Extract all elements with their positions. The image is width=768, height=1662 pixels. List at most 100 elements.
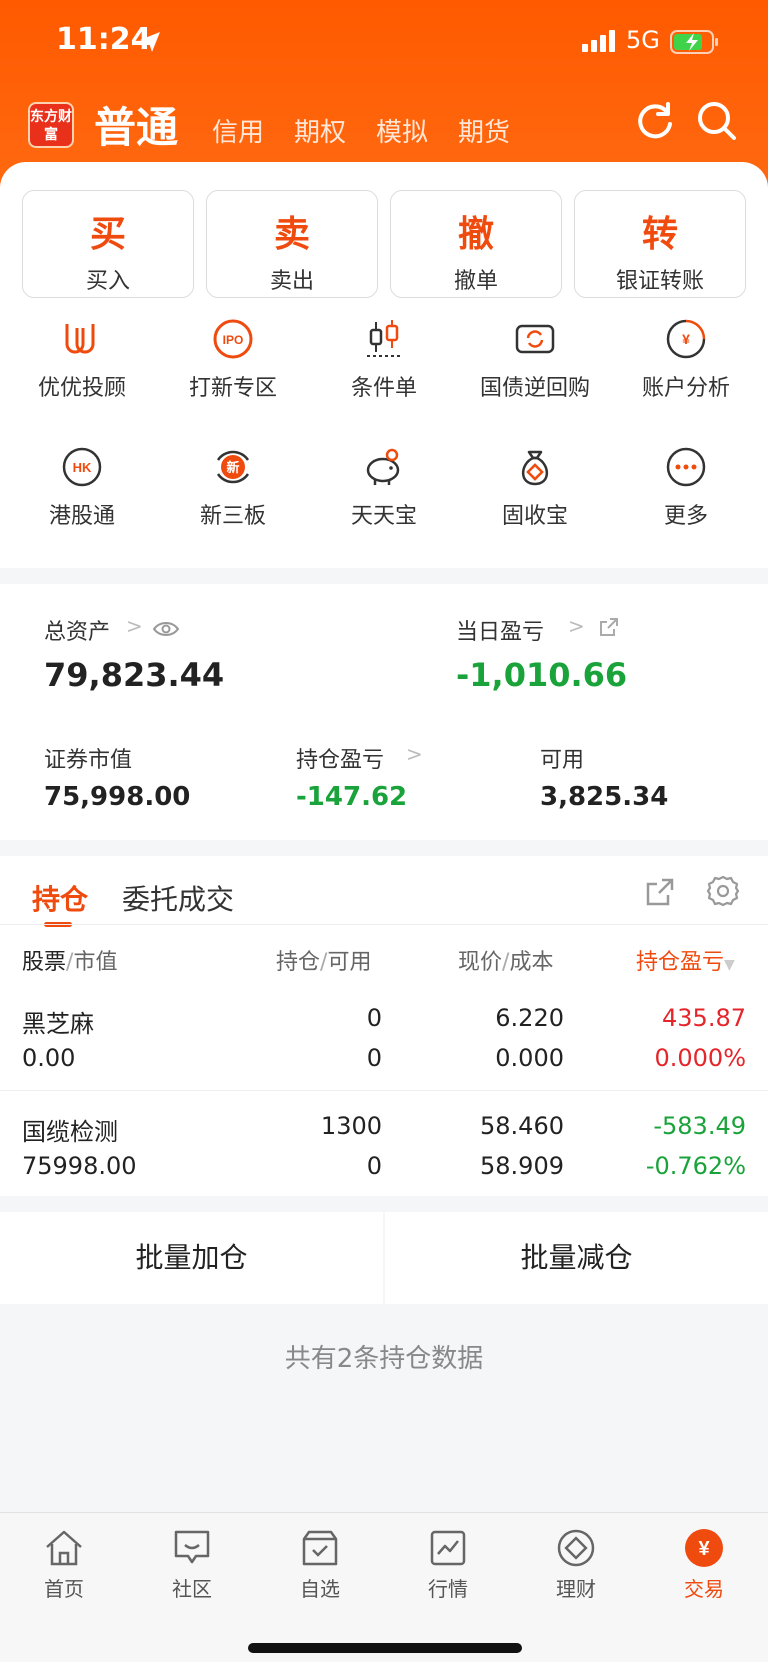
tabbar-label: 自选 — [300, 1577, 340, 1601]
refresh-icon[interactable] — [634, 100, 676, 146]
total-assets-value: 79,823.44 — [44, 656, 225, 694]
grid-item-conditional-order[interactable]: 条件单 — [308, 318, 460, 402]
tabbar-watchlist[interactable]: 自选 — [270, 1527, 370, 1602]
tab-options[interactable]: 期权 — [294, 112, 346, 149]
tabbar-home[interactable]: 首页 — [14, 1527, 114, 1602]
candlestick-icon — [367, 320, 401, 357]
position-pl-pct: -0.762% — [645, 1152, 746, 1180]
svg-text:¥: ¥ — [682, 331, 690, 347]
network-label: 5G — [626, 26, 660, 54]
share-icon[interactable] — [644, 876, 676, 912]
avail-qty: 0 — [366, 1044, 382, 1072]
batch-add-button[interactable]: 批量加仓 — [0, 1212, 383, 1304]
cancel-order-button[interactable]: 撤 撤单 — [390, 190, 562, 298]
search-icon[interactable] — [696, 100, 738, 146]
app-logo: 东方财富 — [28, 102, 74, 148]
grid-item-more[interactable]: 更多 — [610, 446, 762, 530]
account-type-nav: 东方财富 普通 信用 期权 模拟 期货 — [0, 90, 768, 160]
tab-orders-trades[interactable]: 委托成交 — [122, 878, 234, 918]
stock-market-value: 0.00 — [22, 1044, 76, 1072]
tabbar-market[interactable]: 行情 — [398, 1527, 498, 1602]
grid-label: 更多 — [663, 504, 708, 529]
svg-text:HK: HK — [73, 460, 92, 475]
tab-simulation[interactable]: 模拟 — [376, 112, 428, 149]
tabbar-community[interactable]: 社区 — [142, 1527, 242, 1602]
grid-label: 打新专区 — [188, 376, 277, 401]
current-price: 58.460 — [480, 1112, 564, 1140]
position-pl-pct: 0.000% — [654, 1044, 746, 1072]
hold-qty: 0 — [366, 1004, 382, 1032]
grid-item-bond-repo[interactable]: 国债逆回购 — [459, 318, 611, 402]
more-icon — [666, 447, 706, 487]
grid-item-tiantianbao[interactable]: 天天宝 — [308, 446, 460, 530]
wealth-icon — [557, 1529, 595, 1567]
grid-label: 港股通 — [48, 504, 115, 529]
position-pl-label[interactable]: 持仓盈亏 — [296, 742, 384, 774]
tabbar-label: 行情 — [428, 1577, 468, 1601]
batch-actions: 批量加仓 批量减仓 — [0, 1212, 768, 1304]
current-price: 6.220 — [495, 1004, 564, 1032]
divider — [0, 1090, 768, 1091]
grid-item-uu-advisor[interactable]: 优优投顾 — [6, 318, 158, 402]
daily-pl-label[interactable]: 当日盈亏 — [456, 614, 544, 646]
cost-price: 0.000 — [495, 1044, 564, 1072]
tab-credit[interactable]: 信用 — [212, 112, 264, 149]
tabbar-label: 理财 — [556, 1577, 596, 1601]
grid-item-fixed-income[interactable]: 固收宝 — [459, 446, 611, 530]
bank-transfer-button[interactable]: 转 银证转账 — [574, 190, 746, 298]
grid-item-hk-connect[interactable]: HK 港股通 — [6, 446, 158, 530]
money-bag-icon — [521, 450, 549, 486]
svg-text:¥: ¥ — [698, 1538, 710, 1560]
tab-normal[interactable]: 普通 — [94, 94, 178, 155]
location-arrow-icon — [138, 30, 162, 58]
grid-item-account-analysis[interactable]: ¥ 账户分析 — [610, 318, 762, 402]
market-value: 75,998.00 — [44, 782, 191, 812]
buy-char: 买 — [89, 214, 126, 255]
grid-label: 国债逆回购 — [479, 376, 590, 401]
sell-label: 卖出 — [269, 269, 314, 294]
hold-qty: 1300 — [320, 1112, 382, 1140]
tab-positions[interactable]: 持仓 — [32, 878, 88, 918]
grid-label: 账户分析 — [641, 376, 730, 401]
col-header-hold[interactable]: 持仓/可用 — [276, 944, 371, 976]
sell-char: 卖 — [273, 214, 310, 255]
signal-icon — [582, 30, 618, 56]
tabbar-label: 首页 — [44, 1577, 84, 1601]
chevron-right-icon[interactable]: > — [568, 614, 585, 638]
col-header-stock[interactable]: 股票/市值 — [22, 944, 117, 976]
stock-name: 黑芝麻 — [22, 1010, 94, 1038]
grid-label: 天天宝 — [350, 504, 417, 529]
grid-item-ipo[interactable]: IPO 打新专区 — [157, 318, 309, 402]
share-external-icon[interactable] — [598, 616, 620, 642]
hk-icon: HK — [62, 447, 102, 487]
grid-label: 新三板 — [199, 504, 266, 529]
tabbar-trade[interactable]: ¥ 交易 — [654, 1527, 754, 1602]
total-assets-label[interactable]: 总资产 — [44, 614, 110, 646]
cancel-char: 撤 — [457, 214, 494, 255]
settings-gear-icon[interactable] — [706, 874, 740, 912]
ipo-icon: IPO — [213, 319, 253, 359]
account-analysis-icon: ¥ — [666, 319, 706, 359]
market-icon — [430, 1530, 466, 1566]
chevron-right-icon[interactable]: > — [126, 614, 143, 638]
col-header-price[interactable]: 现价/成本 — [458, 944, 553, 976]
transfer-char: 转 — [641, 214, 678, 255]
sell-button[interactable]: 卖 卖出 — [206, 190, 378, 298]
tab-futures[interactable]: 期货 — [458, 112, 510, 149]
eye-icon[interactable] — [152, 620, 180, 642]
daily-pl-value: -1,010.66 — [456, 656, 628, 694]
col-header-pl[interactable]: 持仓盈亏▼ — [636, 944, 735, 976]
buy-button[interactable]: 买 买入 — [22, 190, 194, 298]
chevron-right-icon[interactable]: > — [406, 742, 423, 766]
col-header-cost-text: 成本 — [509, 950, 554, 975]
batch-reduce-button[interactable]: 批量减仓 — [385, 1212, 768, 1304]
grid-item-new-third-board[interactable]: 新 新三板 — [157, 446, 309, 530]
tabbar-wealth[interactable]: 理财 — [526, 1527, 626, 1602]
grid-label: 条件单 — [350, 376, 417, 401]
grid-label: 优优投顾 — [37, 376, 126, 401]
avail-qty: 0 — [366, 1152, 382, 1180]
market-value-label: 证券市值 — [44, 748, 133, 773]
assets-panel: 总资产 > 79,823.44 当日盈亏 > -1,010.66 证券市值 75… — [0, 584, 768, 840]
watchlist-icon — [302, 1530, 338, 1566]
home-indicator[interactable] — [248, 1643, 522, 1653]
